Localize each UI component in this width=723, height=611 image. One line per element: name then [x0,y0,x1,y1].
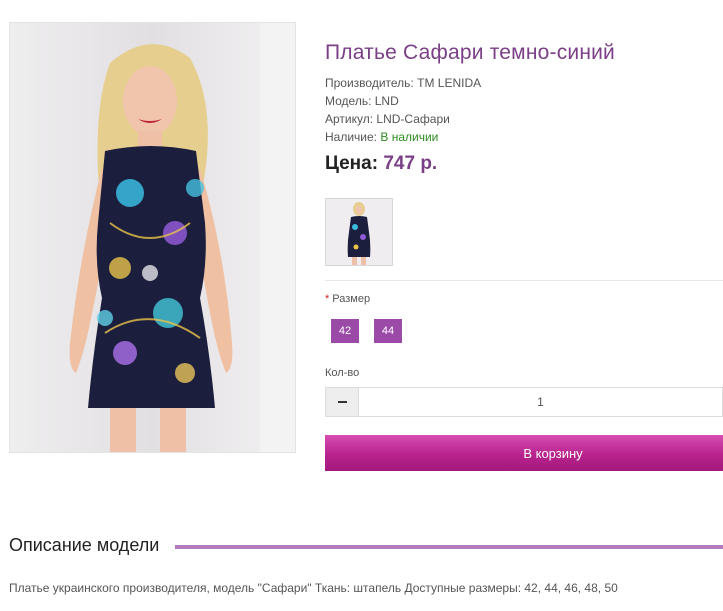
size-option-44[interactable]: 44 [374,319,402,343]
product-thumbnail[interactable] [325,198,393,266]
availability-status: В наличии [380,130,439,144]
availability-row: Наличие: В наличии [325,128,481,146]
sku-row: Артикул: LND-Сафари [325,110,481,128]
product-title: Платье Сафари темно-синий [325,41,615,64]
model-label: Модель: [325,94,372,108]
price-amount: 747 р. [383,153,438,174]
product-main-image[interactable] [9,22,296,453]
description-heading: Описание модели [9,535,160,555]
description-heading-line [175,545,723,549]
quantity-decrease-button[interactable] [326,388,359,416]
add-to-cart-label: В корзину [523,445,583,461]
sku-value: LND-Сафари [376,112,450,126]
quantity-label: Кол-во [325,367,360,379]
size-label-text: Размер [332,293,371,305]
model-in-dress-photo [10,23,295,452]
model-value: LND [374,94,399,108]
manufacturer-row: Производитель: TM LENIDA [325,74,481,92]
availability-label: Наличие: [325,130,378,144]
manufacturer-value: TM LENIDA [417,76,482,90]
model-row: Модель: LND [325,92,481,110]
price: Цена: 747 р. [325,153,437,175]
quantity-input[interactable] [359,388,722,416]
manufacturer-label: Производитель: [325,76,414,90]
add-to-cart-button[interactable]: В корзину [325,435,723,471]
minus-icon [337,401,347,403]
divider [325,280,723,281]
description-text: Платье украинского производителя, модель… [9,581,618,595]
size-label: * Размер [325,293,370,305]
size-option-42[interactable]: 42 [331,319,359,343]
quantity-stepper [325,387,723,417]
product-info: Производитель: TM LENIDA Модель: LND Арт… [325,74,481,146]
sku-label: Артикул: [325,112,374,126]
required-mark: * [325,293,330,305]
thumbnail-photo [326,199,392,265]
price-label: Цена: [325,153,379,174]
